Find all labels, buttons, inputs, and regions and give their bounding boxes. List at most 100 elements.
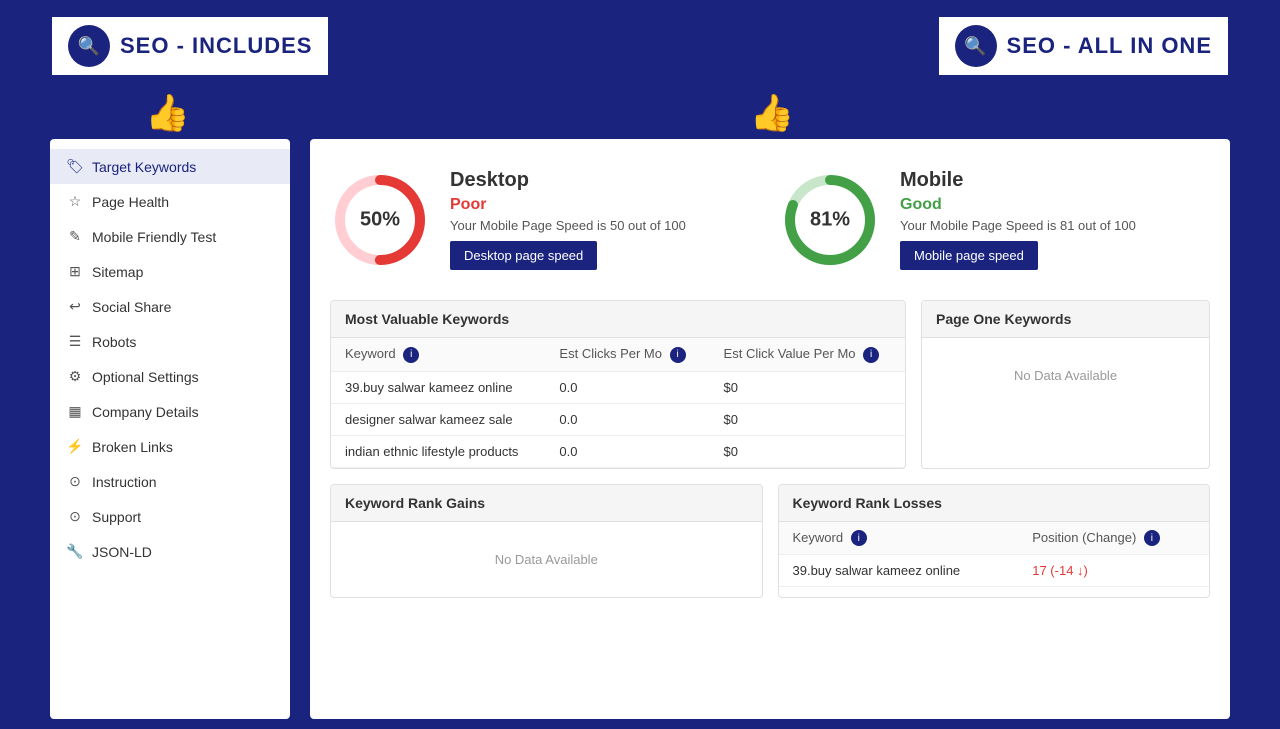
sidebar-item-sitemap[interactable]: ⊞ Sitemap [50, 254, 290, 289]
sidebar-item-mobile-friendly[interactable]: ✎ Mobile Friendly Test [50, 219, 290, 254]
desktop-description: Your Mobile Page Speed is 50 out of 100 [450, 218, 686, 233]
broken-links-icon: ⚡ [66, 438, 84, 455]
sidebar-item-support[interactable]: ⊙ Support [50, 499, 290, 534]
sidebar-label-support: Support [92, 509, 141, 525]
desktop-score-label: 50% [360, 208, 400, 231]
sidebar-item-broken-links[interactable]: ⚡ Broken Links [50, 429, 290, 464]
rank-losses-table: Keyword i Position (Change) i 39.buy sal… [779, 522, 1210, 588]
desktop-speed-info: Desktop Poor Your Mobile Page Speed is 5… [450, 169, 686, 270]
keyword-rank-gains-section: Keyword Rank Gains No Data Available [330, 484, 763, 598]
mobile-page-speed-button[interactable]: Mobile page speed [900, 241, 1038, 270]
optional-settings-icon: ⚙ [66, 368, 84, 385]
value-cell: $0 [710, 371, 905, 403]
page-health-icon: ☆ [66, 193, 84, 210]
sidebar: 🏷 Target Keywords ☆ Page Health ✎ Mobile… [50, 139, 290, 719]
seo-allinone-title: SEO - ALL IN ONE [1007, 33, 1212, 59]
speed-cards-row: 50% Desktop Poor Your Mobile Page Speed … [330, 159, 1210, 280]
page-one-keywords-header: Page One Keywords [922, 301, 1209, 338]
col-value: Est Click Value Per Mo i [710, 338, 905, 371]
rank-losses-header-row: Keyword i Position (Change) i [779, 522, 1210, 555]
rank-losses-header: Keyword Rank Losses [779, 485, 1210, 522]
sidebar-label-instruction: Instruction [92, 474, 157, 490]
clicks-info-icon: i [670, 347, 686, 363]
sidebar-item-target-keywords[interactable]: 🏷 Target Keywords [50, 149, 290, 184]
rank-gains-header: Keyword Rank Gains [331, 485, 762, 522]
rank-tables-row: Keyword Rank Gains No Data Available Key… [330, 484, 1210, 598]
position-info-icon: i [1144, 530, 1160, 546]
mobile-status: Good [900, 196, 1136, 214]
seo-allinone-icon: 🔍 [955, 25, 997, 67]
most-valuable-keywords-table: Keyword i Est Clicks Per Mo i Est Click … [331, 338, 905, 468]
mobile-score-label: 81% [810, 208, 850, 231]
col-position-change: Position (Change) i [1018, 522, 1209, 555]
keyword-cell: 39.buy salwar kameez online [331, 371, 545, 403]
mobile-title: Mobile [900, 169, 1136, 192]
sidebar-item-robots[interactable]: ☰ Robots [50, 324, 290, 359]
keyword-info-icon: i [403, 347, 419, 363]
keyword-rank-losses-section: Keyword Rank Losses Keyword i Position (… [778, 484, 1211, 598]
sidebar-label-broken-links: Broken Links [92, 439, 173, 455]
sitemap-icon: ⊞ [66, 263, 84, 280]
seo-includes-title: SEO - INCLUDES [120, 33, 312, 59]
company-details-icon: ▦ [66, 403, 84, 420]
clicks-cell: 0.0 [545, 435, 709, 467]
keyword-cell: indian ethnic lifestyle products [331, 435, 545, 467]
thumbs-up-left-icon: 👍 [145, 92, 190, 134]
sidebar-label-json-ld: JSON-LD [92, 544, 152, 560]
table-row: designer salwar kameez sale 0.0 $0 [331, 403, 905, 435]
mobile-friendly-icon: ✎ [66, 228, 84, 245]
sidebar-item-instruction[interactable]: ⊙ Instruction [50, 464, 290, 499]
desktop-page-speed-button[interactable]: Desktop page speed [450, 241, 597, 270]
desktop-speed-card: 50% Desktop Poor Your Mobile Page Speed … [330, 159, 760, 280]
table-row: 39.buy salwar kameez online 0.0 $0 [331, 371, 905, 403]
value-cell: $0 [710, 403, 905, 435]
rank-gains-no-data: No Data Available [331, 522, 762, 597]
clicks-cell: 0.0 [545, 403, 709, 435]
tag-icon: 🏷 [66, 158, 84, 175]
mobile-speed-card: 81% Mobile Good Your Mobile Page Speed i… [780, 159, 1210, 280]
most-valuable-keywords-header: Most Valuable Keywords [331, 301, 905, 338]
thumbs-up-right-icon: 👍 [750, 92, 795, 134]
col-keyword: Keyword i [331, 338, 545, 371]
mobile-donut: 81% [780, 170, 880, 270]
seo-includes-logo: 🔍 SEO - INCLUDES [50, 15, 330, 77]
sidebar-label-optional-settings: Optional Settings [92, 369, 199, 385]
sidebar-label-mobile-friendly: Mobile Friendly Test [92, 229, 216, 245]
sidebar-item-optional-settings[interactable]: ⚙ Optional Settings [50, 359, 290, 394]
sidebar-label-page-health: Page Health [92, 194, 169, 210]
instruction-icon: ⊙ [66, 473, 84, 490]
desktop-status: Poor [450, 196, 686, 214]
table-row: indian ethnic lifestyle products 0.0 $0 [331, 435, 905, 467]
desktop-title: Desktop [450, 169, 686, 192]
support-icon: ⊙ [66, 508, 84, 525]
sidebar-item-company-details[interactable]: ▦ Company Details [50, 394, 290, 429]
keyword-cell: designer salwar kameez sale [331, 403, 545, 435]
seo-allinone-logo: 🔍 SEO - ALL IN ONE [937, 15, 1230, 77]
loss-keyword-info-icon: i [851, 530, 867, 546]
position-change-cell: 17 (-14 ↓) [1018, 555, 1209, 587]
sidebar-label-company-details: Company Details [92, 404, 199, 420]
desktop-donut: 50% [330, 170, 430, 270]
sidebar-item-social-share[interactable]: ↩ Social Share [50, 289, 290, 324]
keywords-tables-row: Most Valuable Keywords Keyword i Est Cli… [330, 300, 1210, 469]
sidebar-label-target-keywords: Target Keywords [92, 159, 196, 175]
loss-keyword-cell: 39.buy salwar kameez online [779, 555, 1019, 587]
sidebar-label-social-share: Social Share [92, 299, 171, 315]
value-info-icon: i [863, 347, 879, 363]
value-cell: $0 [710, 435, 905, 467]
table-header-row: Keyword i Est Clicks Per Mo i Est Click … [331, 338, 905, 371]
sidebar-label-sitemap: Sitemap [92, 264, 143, 280]
table-row: 39.buy salwar kameez online 17 (-14 ↓) [779, 555, 1210, 587]
sidebar-item-json-ld[interactable]: 🔧 JSON-LD [50, 534, 290, 569]
page-one-keywords-section: Page One Keywords No Data Available [921, 300, 1210, 469]
col-loss-keyword: Keyword i [779, 522, 1019, 555]
mobile-speed-info: Mobile Good Your Mobile Page Speed is 81… [900, 169, 1136, 270]
page-one-no-data: No Data Available [922, 338, 1209, 413]
col-clicks: Est Clicks Per Mo i [545, 338, 709, 371]
sidebar-item-page-health[interactable]: ☆ Page Health [50, 184, 290, 219]
social-share-icon: ↩ [66, 298, 84, 315]
clicks-cell: 0.0 [545, 371, 709, 403]
most-valuable-keywords-section: Most Valuable Keywords Keyword i Est Cli… [330, 300, 906, 469]
mobile-description: Your Mobile Page Speed is 81 out of 100 [900, 218, 1136, 233]
json-ld-icon: 🔧 [66, 543, 84, 560]
